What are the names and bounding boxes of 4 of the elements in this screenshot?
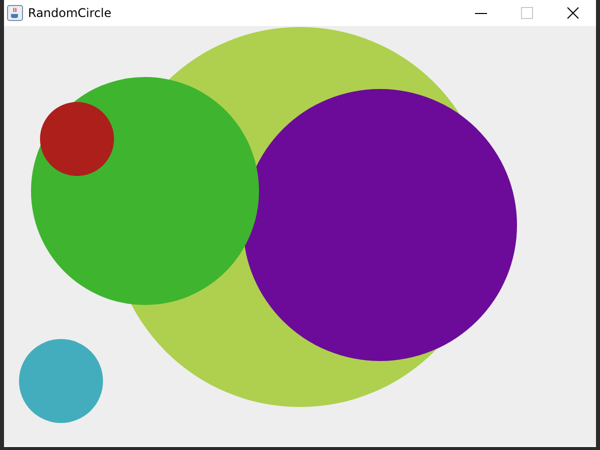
close-icon [567,7,579,19]
cup-icon [7,5,23,21]
maximize-icon [521,7,533,19]
window-title: RandomCircle [28,6,112,20]
